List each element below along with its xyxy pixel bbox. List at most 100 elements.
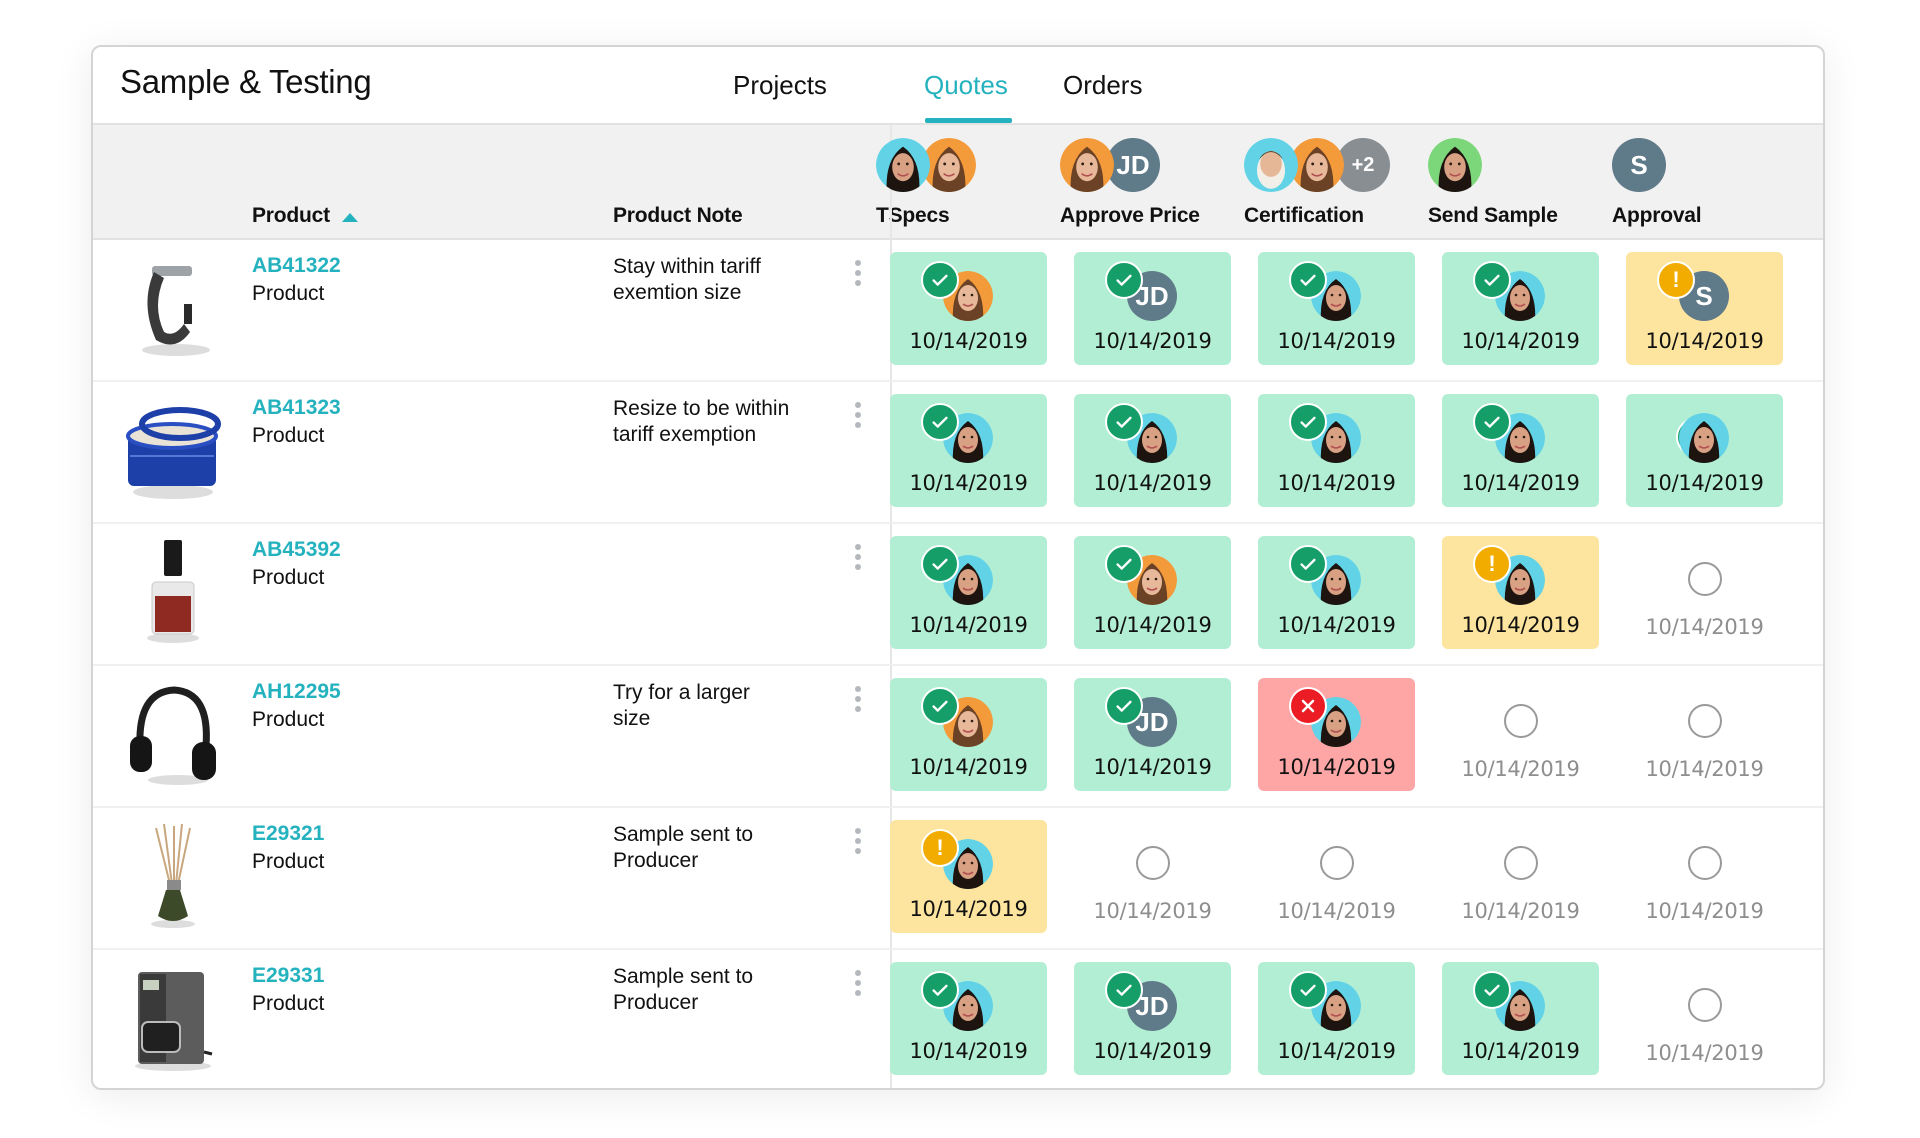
stage-status-cell-fail[interactable]: 10/14/2019 [1258, 678, 1415, 791]
warning-icon: ! [1473, 545, 1511, 583]
table-row[interactable]: AB41323 Product Resize to be within tari… [93, 382, 1823, 524]
stage-status-cell-pending[interactable]: 10/14/2019 [1626, 820, 1783, 933]
column-header-stage[interactable]: Certification [1244, 204, 1364, 228]
stage-status-cell-done[interactable]: 10/14/2019 [890, 252, 1047, 365]
tab-projects[interactable]: Projects [733, 70, 827, 101]
check-icon [1289, 971, 1327, 1009]
assignee-avatar[interactable]: +2 [1336, 138, 1390, 192]
table-row[interactable]: E29331 Product Sample sent to Producer 1… [93, 950, 1823, 1088]
stage-status-cell-warn[interactable]: ! 10/14/2019 [890, 820, 1047, 933]
table-row[interactable]: AB41322 Product Stay within tariff exemt… [93, 240, 1823, 382]
assignee-initials: JD [1106, 138, 1160, 192]
product-sku-link[interactable]: AB45392 [252, 538, 341, 562]
product-sku-link[interactable]: E29331 [252, 964, 324, 988]
column-header-product-note[interactable]: Product Note [613, 204, 743, 228]
check-icon [921, 971, 959, 1009]
pending-circle-icon [1688, 562, 1722, 596]
pending-circle-icon [1504, 704, 1538, 738]
status-date: 10/14/2019 [1277, 613, 1396, 637]
product-type: Product [252, 850, 325, 873]
status-date: 10/14/2019 [1093, 755, 1212, 779]
status-date: 10/14/2019 [1645, 757, 1764, 781]
assignee-avatar[interactable]: JD [1106, 138, 1160, 192]
assignee-avatar[interactable] [1428, 138, 1482, 192]
product-sku-link[interactable]: AH12295 [252, 680, 341, 704]
more-options-icon[interactable] [851, 686, 865, 720]
stage-status-cell-done[interactable]: 10/14/2019 [1258, 962, 1415, 1075]
status-date: 10/14/2019 [909, 897, 1028, 921]
column-header-product[interactable]: Product [252, 204, 330, 228]
assignee-avatar[interactable] [1244, 138, 1298, 192]
stage-status-cell-done[interactable]: 10/14/2019 [890, 536, 1047, 649]
more-options-icon[interactable] [851, 260, 865, 294]
stage-status-cell-done[interactable]: 10/14/2019 [1258, 394, 1415, 507]
product-image-nail-polish [118, 538, 228, 648]
status-date: 10/14/2019 [1645, 899, 1764, 923]
column-header-stage[interactable]: TSpecs [876, 204, 950, 228]
stage-status-cell-done[interactable]: 10/14/2019 [890, 962, 1047, 1075]
product-sku-link[interactable]: E29321 [252, 822, 324, 846]
stage-status-cell-done[interactable]: 10/14/2019 [890, 394, 1047, 507]
stage-status-cell-warn[interactable]: S! 10/14/2019 [1626, 252, 1783, 365]
stage-status-cell-pending[interactable]: 10/14/2019 [1074, 820, 1231, 933]
more-options-icon[interactable] [851, 402, 865, 436]
status-date: 10/14/2019 [1277, 1039, 1396, 1063]
stage-status-cell-done[interactable]: 10/14/2019 [1074, 394, 1231, 507]
stage-status-cell-pending[interactable]: 10/14/2019 [1442, 820, 1599, 933]
status-date: 10/14/2019 [1461, 471, 1580, 495]
product-note: Sample sent to Producer [613, 823, 754, 872]
product-sku-link[interactable]: AB41322 [252, 254, 341, 278]
product-type: Product [252, 708, 325, 731]
table-row[interactable]: AH12295 Product Try for a larger size 10… [93, 666, 1823, 808]
table-row[interactable]: E29321 Product Sample sent to Producer !… [93, 808, 1823, 950]
status-date: 10/14/2019 [1277, 471, 1396, 495]
stage-status-cell-pending[interactable]: 10/14/2019 [1626, 536, 1783, 649]
assignee-avatar[interactable] [876, 138, 930, 192]
stage-status-cell-done[interactable]: JD 10/14/2019 [1074, 678, 1231, 791]
status-date: 10/14/2019 [1093, 471, 1212, 495]
assignee-avatar[interactable]: S [1612, 138, 1666, 192]
product-image-reed-diffuser [118, 822, 228, 932]
assignee-avatar[interactable] [1060, 138, 1114, 192]
check-icon [1289, 403, 1327, 441]
stage-status-cell-pending[interactable]: 10/14/2019 [1626, 962, 1783, 1075]
check-icon [921, 261, 959, 299]
stage-status-cell-done[interactable]: 10/14/2019 [1442, 394, 1599, 507]
stage-status-cell-done[interactable]: JD 10/14/2019 [1074, 252, 1231, 365]
column-header-stage[interactable]: Approve Price [1060, 204, 1200, 228]
status-date: 10/14/2019 [1461, 757, 1580, 781]
product-type: Product [252, 424, 325, 447]
status-date: 10/14/2019 [1461, 899, 1580, 923]
stage-status-cell-done[interactable]: 10/14/2019 [1442, 962, 1599, 1075]
status-date: 10/14/2019 [1645, 329, 1764, 353]
column-header-stage[interactable]: Send Sample [1428, 204, 1558, 228]
product-image-smartwatch [118, 254, 228, 364]
stage-status-cell-done[interactable]: 10/14/2019 [1074, 536, 1231, 649]
assignee-avatar[interactable] [922, 138, 976, 192]
tab-orders[interactable]: Orders [1063, 70, 1142, 101]
stage-status-cell-pending[interactable]: 10/14/2019 [1258, 820, 1415, 933]
product-sku-link[interactable]: AB41323 [252, 396, 341, 420]
product-note: Stay within tariff exemtion size [613, 255, 761, 304]
more-options-icon[interactable] [851, 544, 865, 578]
tab-quotes[interactable]: Quotes [924, 70, 1008, 101]
table-row[interactable]: AB45392 Product 10/14/2019 10/14/2019 10… [93, 524, 1823, 666]
stage-status-cell-pending[interactable]: 10/14/2019 [1442, 678, 1599, 791]
stage-status-cell-warn[interactable]: ! 10/14/2019 [1442, 536, 1599, 649]
assignee-avatar[interactable] [1290, 138, 1344, 192]
stage-status-cell-pending[interactable]: 10/14/2019 [1626, 678, 1783, 791]
pending-circle-icon [1688, 988, 1722, 1022]
stage-status-cell-done[interactable]: 10/14/2019 [1626, 394, 1783, 507]
stage-status-cell-done[interactable]: 10/14/2019 [890, 678, 1047, 791]
product-note: Sample sent to Producer [613, 965, 754, 1014]
stage-status-cell-done[interactable]: 10/14/2019 [1258, 536, 1415, 649]
top-bar: Sample & Testing Projects Quotes Orders [93, 47, 1823, 125]
more-options-icon[interactable] [851, 828, 865, 862]
stage-status-cell-done[interactable]: 10/14/2019 [1442, 252, 1599, 365]
stage-status-cell-done[interactable]: 10/14/2019 [1258, 252, 1415, 365]
column-header-stage[interactable]: Approval [1612, 204, 1702, 228]
more-options-icon[interactable] [851, 970, 865, 1004]
status-date: 10/14/2019 [1277, 329, 1396, 353]
stage-status-cell-done[interactable]: JD 10/14/2019 [1074, 962, 1231, 1075]
sort-ascending-icon[interactable] [342, 213, 358, 222]
